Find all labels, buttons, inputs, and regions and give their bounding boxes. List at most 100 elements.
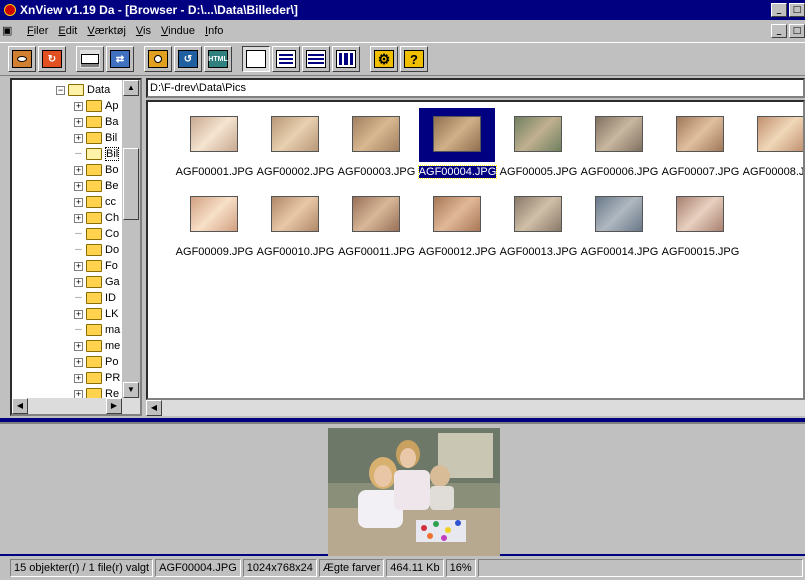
- tree-expander-icon[interactable]: +: [74, 357, 83, 367]
- tree-expander-icon[interactable]: +: [74, 341, 83, 351]
- menu-item-5[interactable]: Info: [200, 25, 228, 37]
- tree-expander-icon[interactable]: +: [74, 165, 83, 175]
- details-view-button[interactable]: [302, 46, 330, 72]
- title-bar[interactable]: XnView v1.19 Da - [Browser - D:\...\Data…: [0, 0, 805, 20]
- thumbnail-item[interactable]: AGF00005.JPG: [498, 108, 579, 188]
- mdi-minimize-button[interactable]: _: [771, 24, 787, 38]
- thumbnail-item[interactable]: AGF00011.JPG: [336, 188, 417, 268]
- tree-horizontal-scrollbar[interactable]: ◀ ▶: [12, 398, 140, 414]
- thumbnail-item[interactable]: AGF00004.JPG: [417, 108, 498, 188]
- tree-item[interactable]: ─ Bil: [74, 146, 120, 162]
- html-button[interactable]: HTML: [204, 46, 232, 72]
- tree-item[interactable]: + PR: [74, 370, 120, 386]
- tree-expander-icon[interactable]: −: [56, 85, 65, 95]
- menu-item-3[interactable]: Vis: [131, 25, 156, 37]
- tree-scroll-thumb[interactable]: [123, 148, 139, 220]
- tree-item-label: PR: [105, 372, 121, 384]
- view-button[interactable]: [8, 46, 36, 72]
- tree-item[interactable]: ─ ID: [74, 290, 116, 306]
- thumbnail-item[interactable]: AGF00013.JPG: [498, 188, 579, 268]
- tree-item-label: Do: [105, 244, 120, 256]
- tree-expander-icon[interactable]: ─: [74, 244, 83, 255]
- tree-item[interactable]: + Ap: [74, 98, 118, 114]
- refresh-button[interactable]: ↻: [38, 46, 66, 72]
- thumbnail-horizontal-scrollbar[interactable]: ◀: [146, 400, 805, 416]
- status-zoom: 16%: [445, 559, 476, 577]
- thumbnail-item[interactable]: AGF00012.JPG: [417, 188, 498, 268]
- tree-item[interactable]: − Data: [56, 82, 110, 98]
- print-button[interactable]: [76, 46, 104, 72]
- folder-icon: [86, 100, 102, 112]
- thumbnail-item[interactable]: AGF00008.JPG: [741, 108, 803, 188]
- thumbnail-item[interactable]: AGF00014.JPG: [579, 188, 660, 268]
- tree-vertical-scrollbar[interactable]: ▲ ▼: [122, 80, 140, 398]
- tree-item[interactable]: + me: [74, 338, 120, 354]
- settings-button[interactable]: ⚙: [370, 46, 398, 72]
- tree-expander-icon[interactable]: +: [74, 181, 83, 191]
- menu-item-4[interactable]: Vindue: [156, 25, 200, 37]
- thumbnail-item[interactable]: AGF00007.JPG: [660, 108, 741, 188]
- tree-item[interactable]: ─ Co: [74, 226, 119, 242]
- tree-scroll-up-button[interactable]: ▲: [123, 80, 139, 96]
- tree-item-label: Ch: [105, 212, 120, 224]
- thumbnail-item[interactable]: AGF00002.JPG: [255, 108, 336, 188]
- refresh-icon: ↻: [42, 50, 62, 68]
- menu-item-1[interactable]: Edit: [53, 25, 82, 37]
- tree-item[interactable]: + Po: [74, 354, 118, 370]
- tree-expander-icon[interactable]: +: [74, 277, 83, 287]
- slideshow-button[interactable]: ↺: [174, 46, 202, 72]
- tree-expander-icon[interactable]: +: [74, 101, 83, 111]
- convert-button[interactable]: ⇄: [106, 46, 134, 72]
- tree-item[interactable]: + Ba: [74, 114, 118, 130]
- tree-expander-icon[interactable]: +: [74, 261, 83, 271]
- thumbnail-scroll-left-button[interactable]: ◀: [146, 400, 162, 416]
- thumbnail-pane[interactable]: AGF00001.JPG AGF00002.JPG AGF00003.JPG AGF0…: [146, 100, 805, 400]
- document-icon[interactable]: ▣: [2, 23, 18, 39]
- tree-expander-icon[interactable]: +: [74, 213, 83, 223]
- tree-expander-icon[interactable]: +: [74, 117, 83, 127]
- tree-item[interactable]: ─ ma: [74, 322, 120, 338]
- tree-item[interactable]: + Bil: [74, 130, 117, 146]
- tree-item[interactable]: + Fo: [74, 258, 118, 274]
- thumbnail-item[interactable]: AGF00006.JPG: [579, 108, 660, 188]
- tree-expander-icon[interactable]: +: [74, 373, 83, 383]
- tree-item[interactable]: + LK: [74, 306, 118, 322]
- thumbnail-item[interactable]: AGF00010.JPG: [255, 188, 336, 268]
- thumbnail-item[interactable]: AGF00001.JPG: [174, 108, 255, 188]
- capture-button[interactable]: [144, 46, 172, 72]
- thumbnail-image: [595, 116, 643, 152]
- tree-item[interactable]: + Ga: [74, 274, 120, 290]
- tree-item[interactable]: + cc: [74, 194, 116, 210]
- thumbnail-item[interactable]: AGF00003.JPG: [336, 108, 417, 188]
- tree-expander-icon[interactable]: ─: [74, 228, 83, 239]
- thumbnail-item[interactable]: AGF00015.JPG: [660, 188, 741, 268]
- tree-expander-icon[interactable]: +: [74, 309, 83, 319]
- list-view-button[interactable]: [272, 46, 300, 72]
- app-icon[interactable]: [4, 4, 16, 16]
- columns-view-button[interactable]: [332, 46, 360, 72]
- tree-item[interactable]: ─ Do: [74, 242, 119, 258]
- tree-item[interactable]: + Ch: [74, 210, 119, 226]
- tree-expander-icon[interactable]: ─: [74, 324, 83, 335]
- minimize-button[interactable]: _: [771, 3, 787, 17]
- folder-tree[interactable]: − Data + Ap + Ba + Bil ─ Bil + Bo + Be + cc + Ch ─ Co ─ Do + Fo…: [10, 78, 142, 416]
- tree-expander-icon[interactable]: ─: [74, 148, 83, 159]
- tree-scroll-right-button[interactable]: ▶: [106, 398, 122, 414]
- maximize-button[interactable]: □: [789, 3, 805, 17]
- tree-expander-icon[interactable]: +: [74, 133, 83, 143]
- tree-item[interactable]: + Be: [74, 178, 118, 194]
- menu-item-0[interactable]: Filer: [22, 25, 53, 37]
- tree-scroll-down-button[interactable]: ▼: [123, 382, 139, 398]
- thumbnail-item[interactable]: AGF00009.JPG: [174, 188, 255, 268]
- tree-expander-icon[interactable]: +: [74, 197, 83, 207]
- tree-item[interactable]: + Bo: [74, 162, 118, 178]
- path-field[interactable]: D:\F-drev\Data\Pics: [146, 78, 805, 98]
- tree-scroll-left-button[interactable]: ◀: [12, 398, 28, 414]
- tree-expander-icon[interactable]: ─: [74, 292, 83, 303]
- help-button[interactable]: ?: [400, 46, 428, 72]
- thumbnail-caption: AGF00012.JPG: [418, 246, 497, 258]
- menu-items: Filer Edit Værktøj Vis Vindue Info: [22, 25, 228, 37]
- large-icons-view-button[interactable]: [242, 46, 270, 72]
- menu-item-2[interactable]: Værktøj: [82, 25, 131, 37]
- mdi-restore-button[interactable]: □: [789, 24, 805, 38]
